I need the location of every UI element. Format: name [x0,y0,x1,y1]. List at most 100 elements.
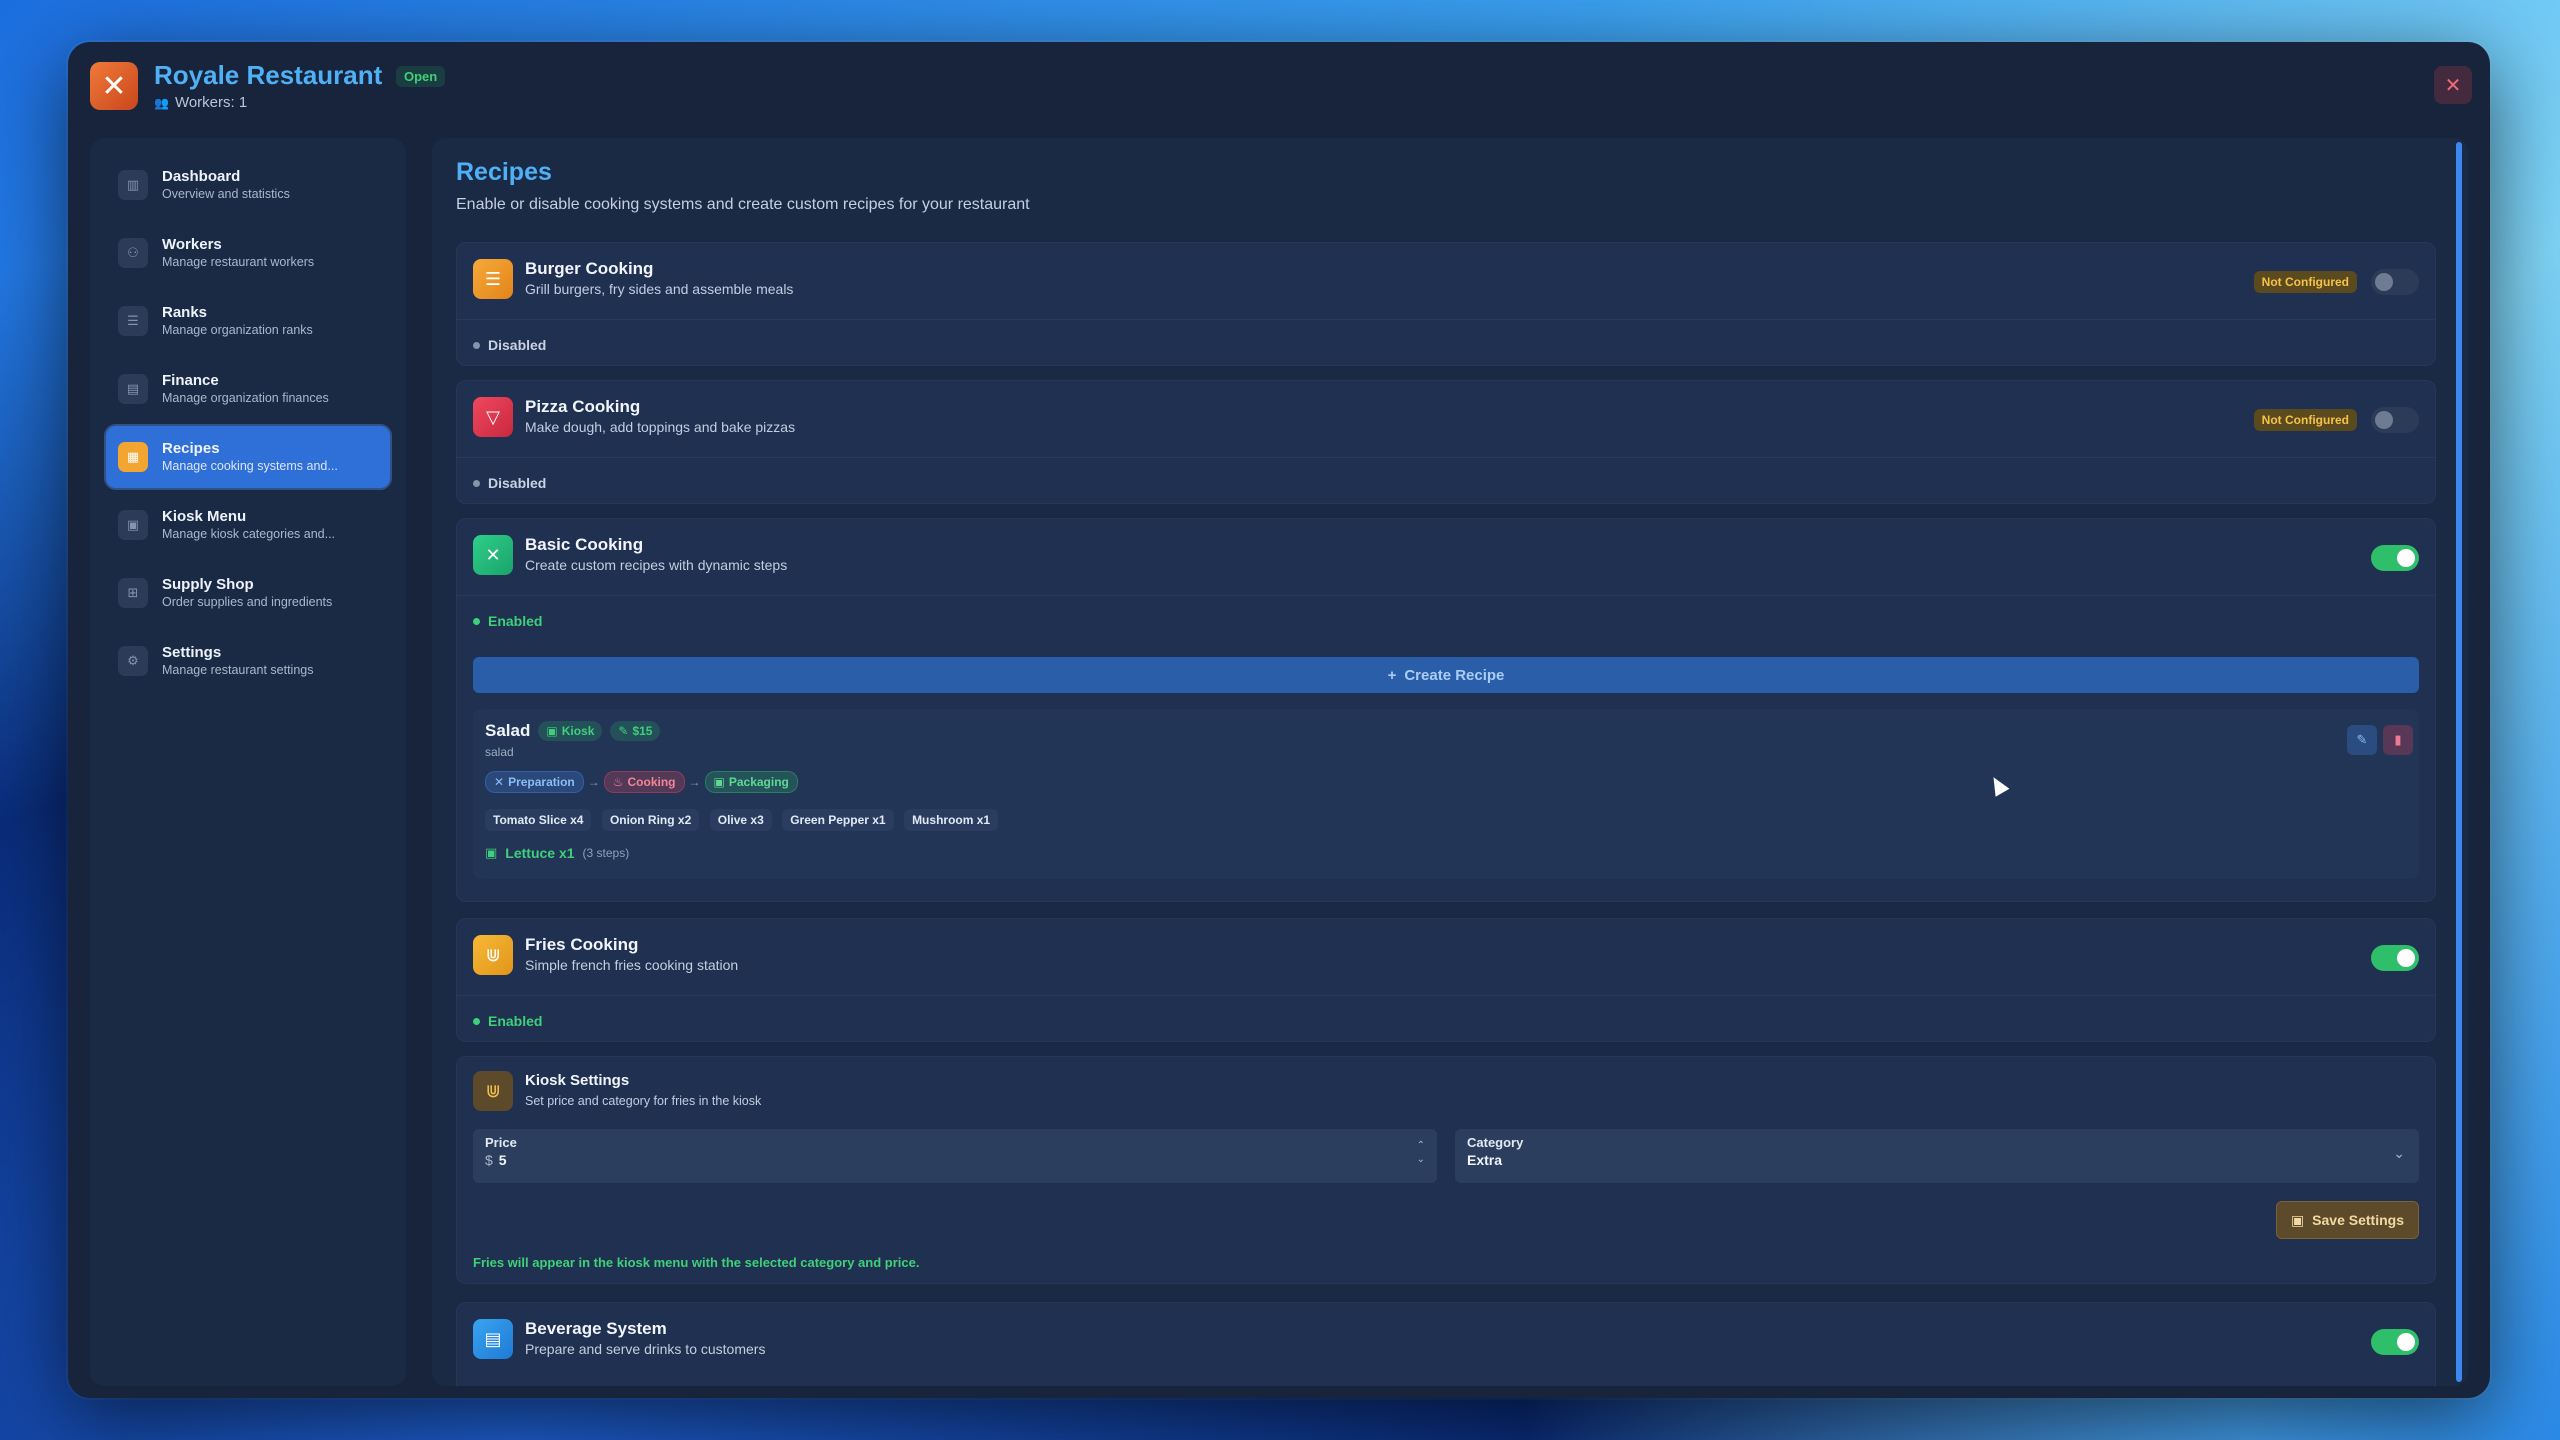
title-bar: ✕ Royale Restaurant Open 👥 Workers: 1 ✕ [68,42,2490,142]
burger-icon: ☰ [473,259,513,299]
pizza-icon: ▽ [473,397,513,437]
card-subtitle: Create custom recipes with dynamic steps [525,557,788,573]
sidebar-item-label: Recipes [162,440,220,457]
plus-icon: + [1387,666,1397,684]
sidebar-item-settings[interactable]: ⚙ Settings Manage restaurant settings [106,630,390,692]
status-text: Enabled [473,1013,542,1029]
card-subtitle: Grill burgers, fry sides and assemble me… [525,281,794,297]
edit-recipe-button[interactable]: ✎ [2347,725,2377,755]
chevron-down-icon: ⌄ [2393,1145,2405,1161]
chart-icon: ▥ [118,170,148,200]
pizza-cooking-toggle[interactable] [2371,407,2419,433]
sidebar-item-label: Dashboard [162,168,241,185]
pizza-cooking-card: ▽ Pizza Cooking Make dough, add toppings… [456,380,2436,504]
sidebar-item-label: Kiosk Menu [162,508,247,525]
sidebar-item-description: Overview and statistics [162,187,290,201]
status-text: Disabled [473,337,546,353]
fries-icon: ⋓ [473,935,513,975]
page-title: Recipes [456,158,552,186]
card-title: Fries Cooking [525,935,639,954]
book-icon: ▦ [118,442,148,472]
sidebar-item-dashboard[interactable]: ▥ Dashboard Overview and statistics [106,154,390,216]
card-title: Burger Cooking [525,259,654,278]
scrollbar[interactable] [2456,142,2462,1382]
recipe-name: Salad [485,721,531,740]
workers-count: 👥 Workers: 1 [154,94,248,111]
sidebar-item-kiosk-menu[interactable]: ▣ Kiosk Menu Manage kiosk categories and… [106,494,390,556]
gear-icon: ⚙ [118,646,148,676]
users-icon: ⚇ [118,238,148,268]
basic-cooking-card: ✕ Basic Cooking Create custom recipes wi… [456,518,2436,902]
delete-recipe-button[interactable]: ▮ [2383,725,2413,755]
step-preparation: ✕ Preparation [485,771,584,793]
price-badge: ✎ $15 [610,721,661,741]
sidebar-item-description: Manage organization ranks [162,323,313,337]
save-icon: ▣ [2290,1211,2305,1228]
kiosk-settings-card: ⋓ Kiosk Settings Set price and category … [456,1056,2436,1284]
page-subtitle: Enable or disable cooking systems and cr… [456,196,1030,213]
sidebar-item-description: Manage restaurant workers [162,255,315,269]
step-packaging: ▣ Packaging [704,771,798,793]
sidebar-item-label: Supply Shop [162,576,254,593]
users-icon: 👥 [154,95,169,110]
utensils-icon: ✕ [473,535,513,575]
kiosk-icon: ▣ [546,724,558,738]
card-subtitle: Set price and category for fries in the … [525,1094,762,1108]
sidebar-item-finance[interactable]: ▤ Finance Manage organization finances [106,358,390,420]
status-text: Enabled [473,613,542,629]
recipe-steps: ✕ Preparation → ♨ Cooking → ▣ Packaging [485,771,798,793]
arrow-right-icon: → [587,775,600,789]
burger-cooking-card: ☰ Burger Cooking Grill burgers, fry side… [456,242,2436,366]
card-subtitle: Prepare and serve drinks to customers [525,1341,766,1357]
sidebar-item-workers[interactable]: ⚇ Workers Manage restaurant workers [106,222,390,284]
stepper-icon[interactable]: ⌃ ⌄ [1417,1139,1425,1167]
close-button[interactable]: ✕ [2434,66,2472,104]
burger-cooking-toggle[interactable] [2371,269,2419,295]
ingredient-chip: Tomato Slice x4 [485,809,592,831]
tag-icon: ✎ [618,724,629,738]
gift-icon: ▣ [485,845,498,860]
sidebar-item-supply-shop[interactable]: ⊞ Supply Shop Order supplies and ingredi… [106,562,390,624]
card-title: Basic Cooking [525,535,644,554]
fries-cooking-card: ⋓ Fries Cooking Simple french fries cook… [456,918,2436,1042]
list-icon: ☰ [118,306,148,336]
restaurant-logo-icon: ✕ [90,62,138,110]
fries-cooking-toggle[interactable] [2371,945,2419,971]
step-cooking: ♨ Cooking [603,771,685,793]
ingredient-chip: Onion Ring x2 [601,809,700,831]
recipe-item: Salad ▣ Kiosk ✎ $15 salad ✕ Preparation → [473,709,2419,879]
save-settings-button[interactable]: ▣ Save Settings [2275,1201,2419,1239]
sidebar-item-label: Finance [162,372,219,389]
kiosk-icon: ▣ [118,510,148,540]
utensils-icon: ✕ [494,775,505,789]
sidebar-item-label: Ranks [162,304,208,321]
price-input[interactable]: Price $5 ⌃ ⌄ [473,1129,1437,1183]
sidebar-item-description: Manage cooking systems and... [162,459,338,473]
ingredient-chip: Mushroom x1 [904,809,999,831]
card-title: Beverage System [525,1319,667,1338]
kiosk-settings-note: Fries will appear in the kiosk menu with… [473,1255,920,1270]
main-panel: Recipes Enable or disable cooking system… [432,138,2468,1386]
sidebar-item-description: Manage organization finances [162,391,329,405]
sidebar-item-recipes[interactable]: ▦ Recipes Manage cooking systems and... [106,426,390,488]
fries-icon: ⋓ [473,1071,513,1111]
beverage-system-toggle[interactable] [2371,1329,2419,1355]
not-configured-badge: Not Configured [2253,409,2357,431]
box-icon: ▣ [713,775,725,789]
card-subtitle: Make dough, add toppings and bake pizzas [525,419,796,435]
sidebar-item-description: Manage kiosk categories and... [162,527,336,541]
sidebar-item-ranks[interactable]: ☰ Ranks Manage organization ranks [106,290,390,352]
beverage-system-card: ▤ Beverage System Prepare and serve drin… [456,1302,2436,1386]
basic-cooking-toggle[interactable] [2371,545,2419,571]
status-text: Disabled [473,475,546,491]
create-recipe-button[interactable]: + Create Recipe [473,657,2419,693]
ingredient-list: Tomato Slice x4 Onion Ring x2 Olive x3 G… [485,809,1004,831]
kiosk-badge: ▣ Kiosk [538,721,603,741]
status-badge: Open [396,66,446,87]
sidebar: ▥ Dashboard Overview and statistics ⚇ Wo… [90,138,406,1386]
app-title: Royale Restaurant [154,60,383,90]
category-select[interactable]: Category Extra ⌄ [1455,1129,2419,1183]
sidebar-item-description: Manage restaurant settings [162,663,314,677]
card-title: Pizza Cooking [525,397,641,416]
cup-icon: ▤ [473,1319,513,1359]
